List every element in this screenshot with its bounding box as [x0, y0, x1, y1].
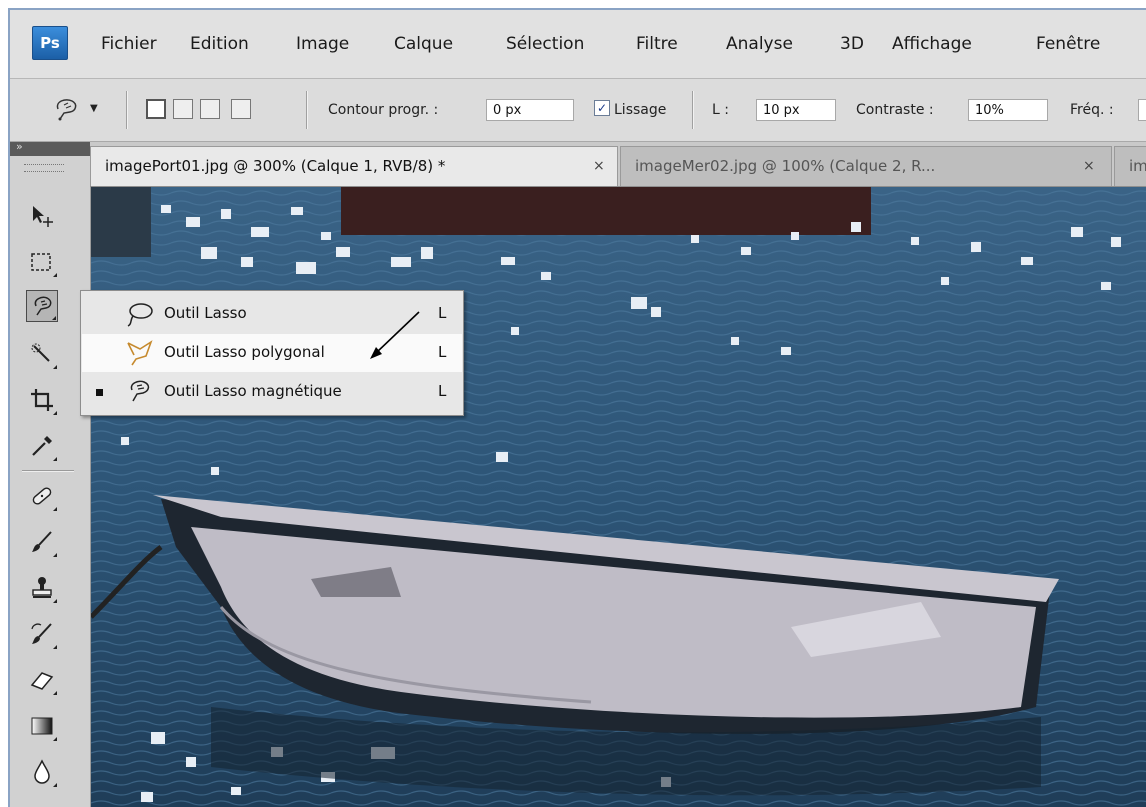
marquee-icon	[31, 253, 51, 271]
menu-affichage[interactable]: Affichage	[892, 34, 972, 54]
eraser-icon	[30, 672, 54, 690]
menu-bar: Ps Fichier Edition Image Calque Sélectio…	[10, 10, 1146, 79]
document-tabs: imagePort01.jpg @ 300% (Calque 1, RVB/8)…	[90, 142, 1146, 187]
tab-label: imagePort01.jpg @ 300% (Calque 1, RVB/8)…	[105, 157, 446, 175]
menu-filtre[interactable]: Filtre	[636, 34, 678, 54]
healing-brush-icon	[32, 487, 52, 505]
close-icon[interactable]: ×	[593, 147, 605, 185]
close-icon[interactable]: ×	[1083, 147, 1095, 185]
current-tool-bullet	[96, 389, 103, 396]
move-tool[interactable]	[26, 200, 58, 232]
new-selection-mode-button[interactable]	[146, 99, 166, 119]
magnetic-lasso-icon	[130, 380, 150, 402]
chevron-down-icon: ▼	[90, 103, 98, 114]
photoshop-window: Ps Fichier Edition Image Calque Sélectio…	[8, 8, 1146, 807]
eyedropper-tool[interactable]	[26, 430, 58, 462]
brush-tool[interactable]	[26, 526, 58, 558]
subtract-selection-mode-button[interactable]	[200, 99, 220, 119]
eraser-tool[interactable]	[26, 664, 58, 696]
gradient-tool[interactable]	[26, 710, 58, 742]
arrow-annotation	[370, 311, 420, 359]
contour-input[interactable]: 0 px	[486, 99, 574, 121]
crop-icon	[31, 389, 53, 411]
flyout-item-label: Outil Lasso	[164, 304, 247, 322]
flyout-item-magnetic-lasso[interactable]: Outil Lasso magnétique L	[82, 373, 462, 411]
brush-icon	[32, 531, 52, 552]
clone-stamp-tool[interactable]	[26, 572, 58, 604]
quick-selection-tool[interactable]	[26, 338, 58, 370]
width-input[interactable]: 10 px	[756, 99, 836, 121]
menu-selection[interactable]: Sélection	[506, 34, 584, 54]
document-canvas[interactable]	[91, 187, 1146, 807]
menu-edition[interactable]: Edition	[190, 34, 249, 54]
intersect-selection-mode-button[interactable]	[231, 99, 251, 119]
flyout-item-polygonal-lasso[interactable]: Outil Lasso polygonal L	[82, 311, 462, 372]
flyout-item-shortcut: L	[438, 343, 447, 361]
tool-preset-picker[interactable]: ▼	[48, 93, 108, 127]
tab-imagemer02[interactable]: imageMer02.jpg @ 100% (Calque 2, R... ×	[620, 146, 1112, 186]
tab-label: imageMer02.jpg @ 100% (Calque 2, R...	[635, 157, 936, 175]
menu-3d[interactable]: 3D	[840, 34, 864, 54]
freq-label: Fréq. :	[1070, 102, 1114, 118]
lasso-tool[interactable]	[26, 290, 58, 322]
blur-icon	[34, 759, 50, 784]
toolbox: »	[10, 140, 91, 807]
lissage-label: Lissage	[614, 102, 667, 118]
toolbox-grip[interactable]	[24, 164, 64, 172]
eyedropper-icon	[32, 436, 52, 456]
contrast-input[interactable]: 10%	[968, 99, 1048, 121]
flyout-item-shortcut: L	[438, 382, 447, 400]
flyout-item-label: Outil Lasso polygonal	[164, 343, 325, 361]
options-bar: ▼ Contour progr. : 0 px ✓ Lissage L : 10…	[10, 79, 1146, 142]
contrast-label: Contraste :	[856, 102, 934, 118]
toolbox-header[interactable]: »	[10, 140, 90, 156]
freq-input[interactable]	[1138, 99, 1146, 121]
flyout-item-shortcut: L	[438, 304, 447, 322]
tab-imageport01[interactable]: imagePort01.jpg @ 300% (Calque 1, RVB/8)…	[90, 146, 618, 186]
history-brush-icon	[31, 623, 52, 644]
add-selection-mode-button[interactable]	[173, 99, 193, 119]
contour-label: Contour progr. :	[328, 102, 439, 118]
quick-selection-icon	[31, 343, 50, 362]
lissage-checkbox[interactable]: ✓	[594, 100, 610, 116]
menu-fenetre[interactable]: Fenêtre	[1036, 34, 1100, 54]
history-brush-tool[interactable]	[26, 618, 58, 650]
flyout-item-label: Outil Lasso magnétique	[164, 382, 342, 400]
clone-stamp-icon	[32, 577, 52, 598]
menu-calque[interactable]: Calque	[394, 34, 453, 54]
photo-harbor-boat	[91, 187, 1146, 807]
menu-image[interactable]: Image	[296, 34, 349, 54]
marquee-tool[interactable]	[26, 246, 58, 278]
move-icon	[33, 206, 53, 227]
gradient-icon	[31, 717, 53, 735]
width-label: L :	[712, 102, 729, 118]
tab-label: im	[1129, 157, 1146, 175]
blur-tool[interactable]	[26, 756, 58, 788]
collapse-icon[interactable]: »	[16, 140, 23, 153]
polygonal-lasso-icon	[127, 340, 153, 366]
healing-brush-tool[interactable]	[26, 480, 58, 512]
tab-overflow[interactable]: im	[1114, 146, 1146, 186]
menu-analyse[interactable]: Analyse	[726, 34, 793, 54]
app-logo[interactable]: Ps	[32, 26, 68, 60]
lasso-tool-flyout: Outil Lasso L Outil Lasso polygonal L Ou…	[80, 290, 464, 416]
magnetic-lasso-icon	[56, 99, 77, 121]
lasso-icon	[127, 303, 153, 327]
crop-tool[interactable]	[26, 384, 58, 416]
menu-fichier[interactable]: Fichier	[101, 34, 157, 54]
